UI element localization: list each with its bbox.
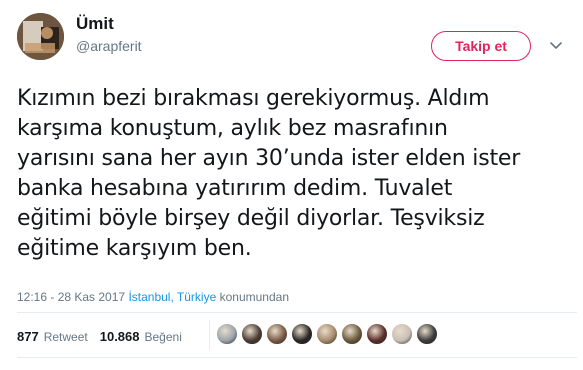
location-suffix: konumundan	[216, 290, 289, 304]
tweet-card: Ümit @arapferit Takip et Kızımın bezi bı…	[0, 0, 583, 370]
timestamp[interactable]: 12:16 - 28 Kas 2017	[17, 290, 125, 304]
tweet-text-line: karşıma konuştum, aylık bez masrafının	[17, 116, 448, 141]
chevron-down-icon[interactable]	[548, 37, 564, 53]
retweet-count[interactable]: 877	[17, 329, 39, 344]
avatar[interactable]	[17, 13, 64, 60]
tweet-text: Kızımın bezi bırakması gerekiyormuş. Ald…	[17, 84, 577, 264]
tweet-text-line: Kızımın bezi bırakması gerekiyormuş. Ald…	[17, 86, 490, 111]
liker-avatar[interactable]	[366, 323, 388, 345]
location-link[interactable]: İstanbul, Türkiye	[128, 290, 216, 304]
retweet-label[interactable]: Retweet	[44, 330, 88, 344]
display-name[interactable]: Ümit	[76, 14, 114, 34]
tweet-text-line: yarısını sana her ayın 30’unda ister eld…	[17, 146, 521, 171]
tweet-text-line: banka hesabına yatırırım dedim. Tuvalet	[17, 176, 453, 201]
liker-avatar[interactable]	[316, 323, 338, 345]
like-label[interactable]: Beğeni	[145, 330, 182, 344]
liker-avatar[interactable]	[291, 323, 313, 345]
tweet-text-line: eğitime karşıyım ben.	[17, 236, 252, 261]
liker-avatar[interactable]	[266, 323, 288, 345]
stats-divider	[209, 320, 210, 350]
likers-list	[216, 323, 441, 345]
liker-avatar[interactable]	[241, 323, 263, 345]
divider	[17, 357, 577, 358]
liker-avatar[interactable]	[341, 323, 363, 345]
follow-button[interactable]: Takip et	[431, 31, 531, 61]
liker-avatar[interactable]	[391, 323, 413, 345]
divider	[17, 312, 577, 313]
user-handle[interactable]: @arapferit	[76, 38, 142, 54]
tweet-stats: 877 Retweet 10.868 Beğeni	[17, 329, 182, 344]
tweet-text-line: eğitimi böyle birşey değil diyorlar. Teş…	[17, 206, 485, 231]
like-count[interactable]: 10.868	[100, 329, 140, 344]
liker-avatar[interactable]	[216, 323, 238, 345]
liker-avatar[interactable]	[416, 323, 438, 345]
tweet-meta: 12:16 - 28 Kas 2017 İstanbul, Türkiye ko…	[17, 290, 289, 304]
